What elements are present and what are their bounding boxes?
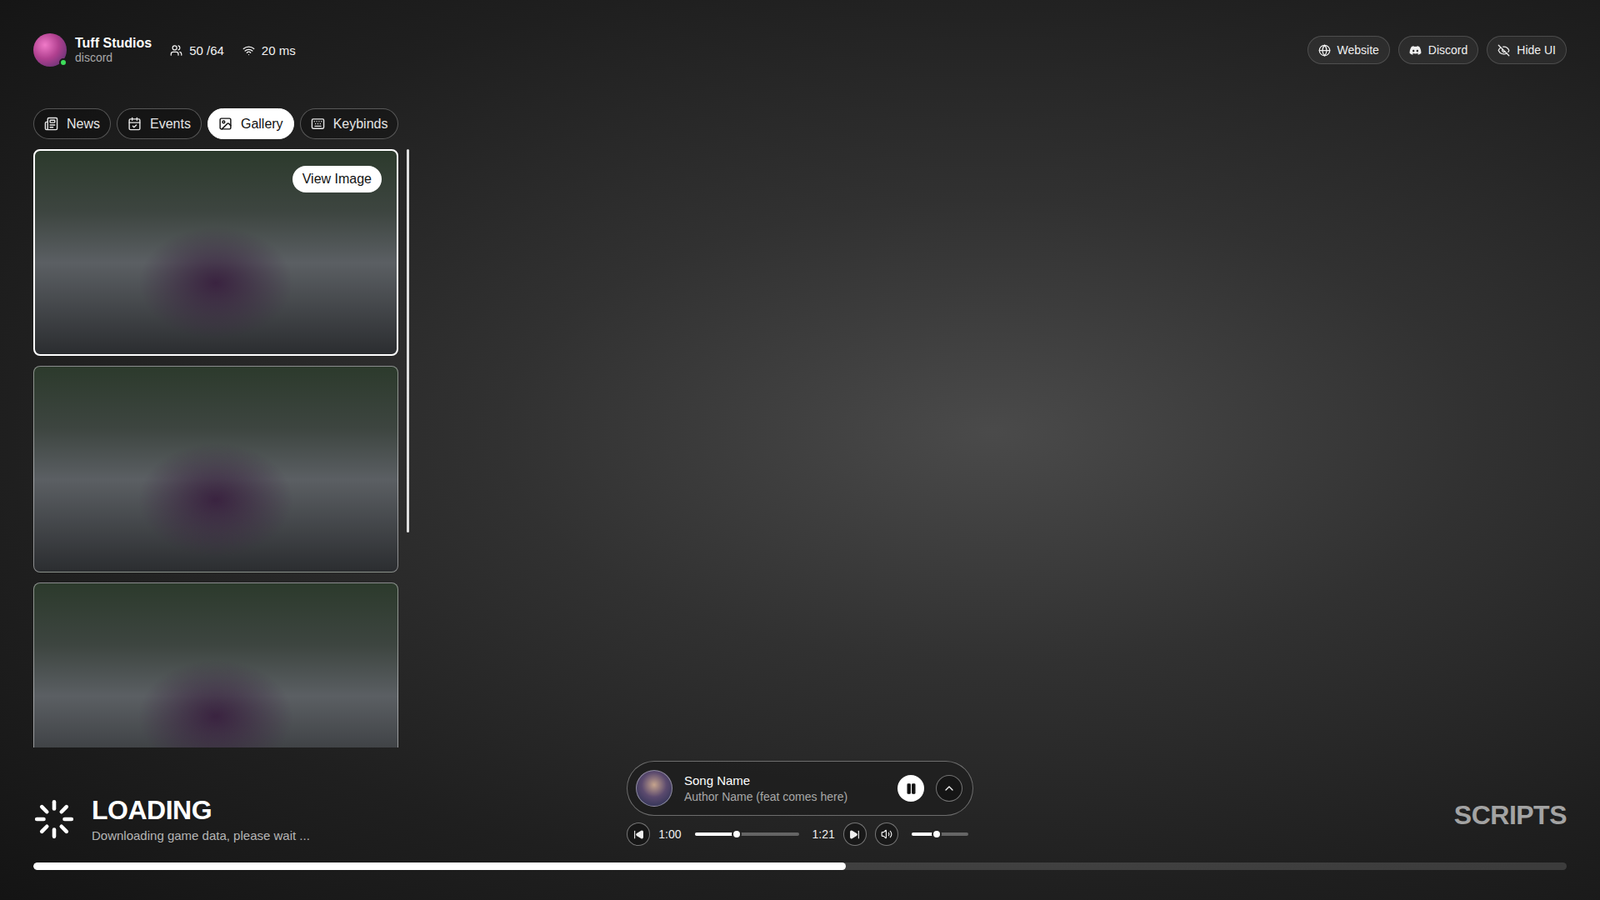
tab-label: Keybinds [333,116,389,132]
song-info: Song Name Author Name (feat comes here) [684,773,886,804]
discord-icon [1409,44,1422,57]
header-links: Website Discord Hide UI [1307,35,1567,65]
play-pause-button[interactable] [897,775,925,802]
server-avatar [33,33,67,67]
tab-label: News [66,116,100,132]
keyboard-icon [310,116,325,131]
brand: SCRIPTS [1454,800,1567,846]
tab[interactable]: Keybinds [300,108,400,140]
server-names: Tuff Studiosdiscord [75,35,152,65]
music-player: Song Name Author Name (feat comes here) 1:… [626,760,974,846]
ping: 20 ms [242,43,296,58]
seek-slider-fill [695,832,737,836]
tab[interactable]: Events [116,108,202,140]
loading-title: LOADING [91,795,310,825]
volume-slider-thumb[interactable] [931,829,942,840]
server-subtitle: discord [75,50,152,65]
song-name: Song Name [684,773,886,788]
chevron-up-icon [942,781,956,795]
loading-text: LOADING Downloading game data, please wai… [91,795,310,843]
link-label: Hide UI [1516,43,1556,57]
gallery-card[interactable] [33,582,399,748]
volume-slider[interactable] [911,832,969,836]
bottom-bar: LOADING Downloading game data, please wai… [33,760,1567,846]
now-playing: Song Name Author Name (feat comes here) [626,760,974,816]
tabs: News Events Gallery Keybinds [33,108,1567,140]
previous-button[interactable] [626,822,650,846]
link-label: Website [1337,43,1380,57]
loading-screen: Tuff Studiosdiscord 50 /64 20 ms Website Dis… [0,0,1600,900]
server-name: Tuff Studios [75,35,152,51]
globe-icon [1318,44,1331,57]
skip-forward-icon [849,829,860,840]
tab[interactable]: News [33,108,111,140]
scrollbar-thumb[interactable] [406,149,410,533]
gallery-list: View Image [33,149,399,748]
loading-message: Downloading game data, please wait ... [91,828,310,843]
link-button[interactable]: Discord [1398,35,1479,65]
header: Tuff Studiosdiscord 50 /64 20 ms Website Dis… [33,33,1567,67]
online-dot [59,58,68,67]
eye-off-icon [1497,44,1510,57]
next-button[interactable] [843,822,867,846]
server-info: Tuff Studiosdiscord 50 /64 20 ms [33,33,296,67]
image-icon [218,116,233,131]
gallery-card[interactable] [33,365,399,573]
loading-progress-fill [33,862,846,870]
song-author: Author Name (feat comes here) [684,790,886,804]
player-controls: 1:00 1:21 [626,822,974,846]
content: View Image [33,149,1567,748]
player-count: 50 /64 [170,43,225,58]
tab-label: Gallery [240,116,284,132]
duration-time: 1:21 [812,827,835,841]
newspaper-icon [44,116,59,131]
expand-button[interactable] [935,775,963,802]
gallery-card[interactable]: View Image [33,149,399,356]
users-icon [170,44,183,57]
pause-icon [905,782,918,795]
link-label: Discord [1428,43,1468,57]
gallery-scrollbar[interactable] [406,149,410,748]
wifi-icon [242,44,255,57]
volume-icon [880,828,893,840]
link-button[interactable]: Website [1307,35,1390,65]
volume-button[interactable] [875,822,899,846]
view-image-button[interactable]: View Image [292,165,382,193]
seek-slider-thumb[interactable] [731,829,742,840]
tab[interactable]: Gallery [207,108,295,140]
elapsed-time: 1:00 [658,827,681,841]
server-block: Tuff Studiosdiscord [33,33,152,67]
tab-label: Events [150,116,191,132]
calendar-icon [127,116,142,131]
song-art [635,770,673,807]
player-count-text: 50 /64 [189,43,225,58]
link-button[interactable]: Hide UI [1486,35,1567,65]
loading-status: LOADING Downloading game data, please wai… [33,795,627,846]
loading-progress [33,862,1567,870]
seek-slider[interactable] [695,832,800,836]
spinner-icon [33,798,75,840]
skip-back-icon [633,829,645,840]
ping-text: 20 ms [261,43,296,58]
